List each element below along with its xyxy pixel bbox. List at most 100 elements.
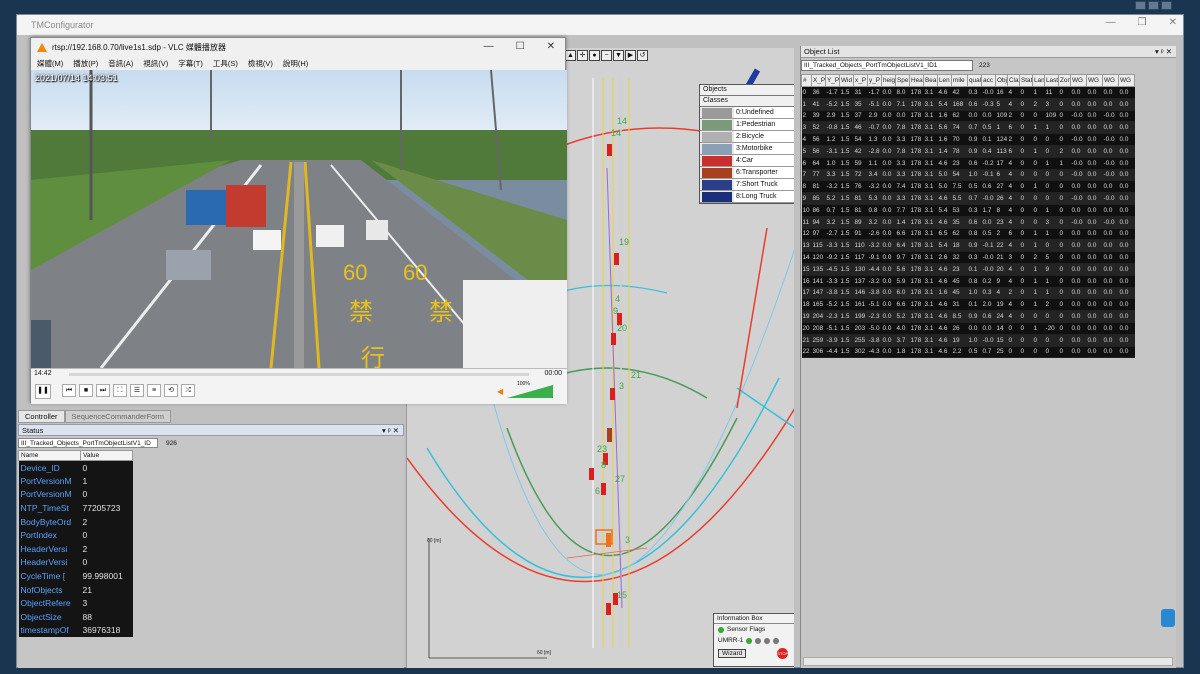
table-row[interactable]: 2 39 2.9 1.5 37 2.9 0.0 0.0 178 3.1 1.6 62 0.0 0.0 109… xyxy=(801,110,1135,123)
column-header[interactable]: acc xyxy=(981,74,996,87)
legend-item[interactable]: 4:Car xyxy=(700,155,794,167)
table-row[interactable]: 13 115 -3.3 1.5 110 -3.2 0.0 6.4 178 3.1 5.4 18 0.9-… xyxy=(801,239,1135,253)
column-header[interactable]: WG xyxy=(1102,74,1119,87)
status-row[interactable]: Device_ID 0 xyxy=(18,460,133,475)
status-row[interactable]: NofObjects 21 xyxy=(18,582,133,597)
legend-item[interactable]: 8:Long Truck xyxy=(700,191,794,203)
zoom-in-icon[interactable]: ▲ xyxy=(565,50,576,61)
table-row[interactable]: 20 208 -5.1 1.5 203 -5.0 0.0 4.0 178 3.1 4.6 26 0.0 0… xyxy=(801,322,1135,335)
column-header[interactable]: # xyxy=(801,74,812,87)
menu-help[interactable]: 說明(H) xyxy=(283,58,308,69)
table-row[interactable]: 16 141 -3.3 1.5 137 -3.2 0.0 5.9 178 3.1 4.6 45 0.8 0… xyxy=(801,275,1135,288)
seek-bar[interactable] xyxy=(69,373,529,376)
column-header[interactable]: Stat xyxy=(1019,74,1033,87)
playlist-button[interactable]: ≡ xyxy=(147,384,161,397)
previous-button[interactable]: ⏮ xyxy=(62,384,76,397)
status-row[interactable]: timestampOf 36976318 xyxy=(18,623,133,638)
legend-objects-header[interactable]: Objects xyxy=(700,85,794,96)
tray-icon[interactable] xyxy=(1161,1,1172,10)
menu-view[interactable]: 檢視(V) xyxy=(248,58,273,69)
status-row[interactable]: PortVersionM 0 xyxy=(18,487,133,502)
table-row[interactable]: 18 165 -5.2 1.5 161 -5.1 0.0 6.6 178 3.1 4.6 31 0.1 2… xyxy=(801,298,1135,312)
play-icon[interactable]: ▶ xyxy=(625,50,636,61)
column-header[interactable]: Spe xyxy=(895,74,910,87)
close-icon[interactable]: ✕ xyxy=(547,41,555,52)
extended-settings-button[interactable]: ☰ xyxy=(130,384,144,397)
notification-widget-icon[interactable] xyxy=(1161,609,1175,627)
rotate-icon[interactable]: ↺ xyxy=(637,50,648,61)
legend-item[interactable]: 6:Transporter xyxy=(700,167,794,179)
table-row[interactable]: 0 36 -1.7 1.5 31 -1.7 0.0 8.0 178 3.1 4.6 42 0.3 -0.0… xyxy=(801,86,1135,99)
menu-subtitle[interactable]: 字幕(T) xyxy=(178,58,203,69)
column-header[interactable]: qual xyxy=(967,74,982,87)
status-row[interactable]: CycleTime [99.998001 xyxy=(18,569,133,583)
close-icon[interactable]: ▾ ᵖ ✕ xyxy=(382,425,399,436)
tray-icon[interactable] xyxy=(1148,1,1159,10)
table-row[interactable]: 5 56 -3.1 1.5 42 -2.8 0.0 7.8 178 3.1 1.4 78 0.9 0.4 1… xyxy=(801,145,1135,158)
status-row[interactable]: HeaderVersi 0 xyxy=(18,555,133,570)
horizontal-scrollbar[interactable] xyxy=(803,657,1173,666)
column-header[interactable]: heig xyxy=(881,74,896,87)
legend-item[interactable]: 7:Short Truck xyxy=(700,179,794,191)
table-row[interactable]: 21 259 -3.9 1.5 255 -3.8 0.0 3.7 178 3.1 4.6 19 1.0-… xyxy=(801,334,1135,347)
table-row[interactable]: 22 306 -4.4 1.5 302 -4.3 0.0 1.8 178 3.1 4.6 2.2 0.5… xyxy=(801,346,1135,359)
fullscreen-button[interactable]: ⛶ xyxy=(113,384,127,397)
vlc-video-frame[interactable]: 60 60 禁 禁 行 2021/07/14 14:03:51 xyxy=(31,70,567,368)
status-row[interactable]: BodyByteOrd 2 xyxy=(18,514,133,529)
column-header[interactable]: WG xyxy=(1086,74,1103,87)
table-row[interactable]: 6 64 1.0 1.5 59 1.1 0.0 3.3 178 3.1 4.6 23 0.6 -0.2 17… xyxy=(801,157,1135,170)
legend-item[interactable]: 1:Pedestrian xyxy=(700,119,794,131)
table-row[interactable]: 9 85 5.2 1.5 81 5.3 0.0 3.3 178 3.1 4.6 5.5 0.7 -0.0 2… xyxy=(801,192,1135,205)
table-row[interactable]: 3 52 -0.8 1.5 46 -0.7 0.0 7.8 178 3.1 5.6 74 0.7 0.5 1… xyxy=(801,121,1135,135)
tab-sequence-commander[interactable]: SequenceCommanderForm xyxy=(64,410,172,423)
table-row[interactable]: 10 86 0.7 1.5 81 0.8 0.0 7.7 178 3.1 5.4 53 0.3 1.7 8 4… xyxy=(801,204,1135,217)
column-header[interactable]: Zon xyxy=(1058,74,1071,87)
pause-button[interactable]: ❚❚ xyxy=(35,384,51,399)
pan-icon[interactable]: ✛ xyxy=(577,50,588,61)
status-row[interactable]: HeaderVersi 2 xyxy=(18,542,133,556)
column-header[interactable]: Last xyxy=(1044,74,1059,87)
menu-tools[interactable]: 工具(S) xyxy=(213,58,238,69)
column-header[interactable]: Lan xyxy=(1032,74,1045,87)
table-row[interactable]: 8 81 -3.2 1.5 76 -3.2 0.0 7.4 178 3.1 5.0 7.5 0.5 0.6… xyxy=(801,180,1135,194)
stop-button[interactable]: ■ xyxy=(79,384,93,397)
zoom-out-icon[interactable]: − xyxy=(601,50,612,61)
status-row[interactable]: PortVersionM 1 xyxy=(18,474,133,488)
table-row[interactable]: 17 147 -3.8 1.5 146 -3.8 0.0 6.0 178 3.1 1.6 45 1.0 0… xyxy=(801,287,1135,300)
close-icon[interactable]: ✕ xyxy=(1169,17,1177,28)
legend-item[interactable]: 3:Motorbike xyxy=(700,143,794,155)
menu-media[interactable]: 媒體(M) xyxy=(37,58,63,69)
column-header[interactable]: mile xyxy=(951,74,968,87)
table-row[interactable]: 7 77 3.3 1.5 72 3.4 0.0 3.3 178 3.1 5.0 54 1.0 -0.1 6 4… xyxy=(801,169,1135,182)
table-row[interactable]: 4 56 1.2 1.5 54 1.3 0.0 3.3 178 3.1 1.6 70 0.9 0.1 124… xyxy=(801,133,1135,146)
tab-controller[interactable]: Controller xyxy=(18,410,65,423)
volume-slider[interactable] xyxy=(507,385,553,398)
column-header[interactable]: x_P xyxy=(853,74,868,87)
table-row[interactable]: 15 135 -4.5 1.5 130 -4.4 0.0 5.6 178 3.1 4.6 23 0.1-… xyxy=(801,263,1135,276)
column-header[interactable]: Wid xyxy=(839,74,854,87)
menu-playback[interactable]: 播放(P) xyxy=(73,58,98,69)
tray-icon[interactable] xyxy=(1135,1,1146,10)
table-row[interactable]: 11 94 3.2 1.5 89 3.2 0.0 1.4 178 3.1 4.6 35 0.6 0.0 23… xyxy=(801,216,1135,229)
menu-video[interactable]: 視訊(V) xyxy=(143,58,168,69)
table-row[interactable]: 1 41 -5.2 1.5 35 -5.1 0.0 7.1 178 3.1 5.4 168 0.6 -0.… xyxy=(801,98,1135,111)
record-icon[interactable]: ● xyxy=(589,50,600,61)
column-header[interactable]: WG xyxy=(1118,74,1135,87)
status-port-select[interactable]: III_Tracked_Objects_PortTmObjectListV1_I… xyxy=(18,438,158,448)
next-button[interactable]: ⏭ xyxy=(96,384,110,397)
column-header[interactable]: Len xyxy=(937,74,952,87)
column-header[interactable]: Bea xyxy=(923,74,938,87)
menu-audio[interactable]: 音訊(A) xyxy=(108,58,133,69)
close-icon[interactable]: ▾ ᵖ ✕ xyxy=(1155,46,1172,58)
table-row[interactable]: 19 204 -2.3 1.5 199 -2.3 0.0 5.2 178 3.1 4.6 8.5 0.9… xyxy=(801,310,1135,323)
column-header[interactable]: WG xyxy=(1070,74,1087,87)
minimize-icon[interactable]: — xyxy=(1106,17,1116,28)
column-header[interactable]: X_P xyxy=(811,74,826,87)
loop-button[interactable]: ⟲ xyxy=(164,384,178,397)
column-header[interactable]: Cla xyxy=(1007,74,1020,87)
maximize-icon[interactable]: ❐ xyxy=(1138,17,1147,28)
column-header[interactable]: Hea xyxy=(909,74,924,87)
status-row[interactable]: NTP_TimeSt 77205723 xyxy=(18,501,133,515)
shuffle-button[interactable]: ⤮ xyxy=(181,384,195,397)
stop-button[interactable]: STOP xyxy=(777,648,789,659)
